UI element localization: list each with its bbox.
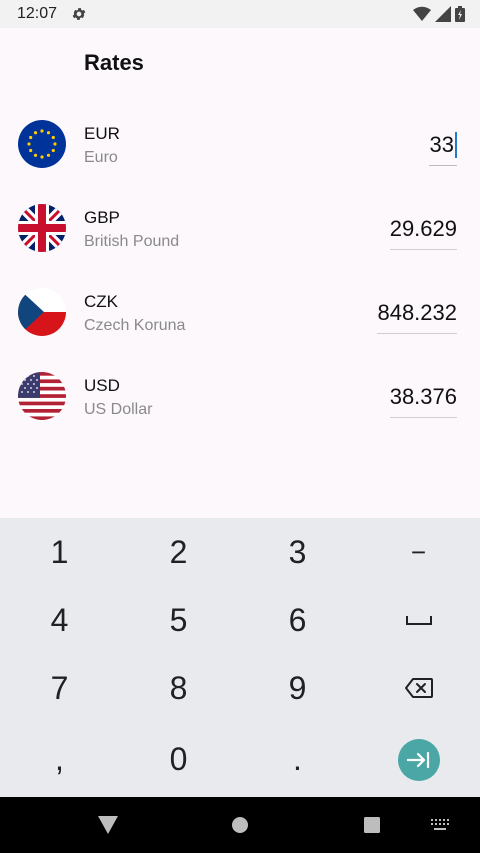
key-comma[interactable]: ,: [0, 722, 119, 797]
keyboard-switch-icon: [431, 819, 449, 830]
key-3[interactable]: 3: [238, 518, 357, 586]
amount-value: 38.376: [389, 384, 457, 409]
currency-row-usd[interactable]: USD US Dollar 38.376: [0, 354, 480, 438]
currency-row-czk[interactable]: CZK Czech Koruna 848.232: [0, 270, 480, 354]
numeric-keyboard: 1 2 3 − 4 5 6 7 8 9 , 0 .: [0, 518, 480, 797]
key-6[interactable]: 6: [238, 586, 357, 654]
currency-code: EUR: [84, 124, 120, 143]
page-title: Rates: [84, 50, 144, 75]
amount-input-usd[interactable]: 38.376: [389, 382, 457, 418]
amount-input-czk[interactable]: 848.232: [377, 298, 457, 334]
us-flag-icon: [18, 372, 66, 420]
currency-name: Euro: [84, 149, 118, 166]
currency-name: US Dollar: [84, 401, 153, 418]
currency-list: EUR Euro 33 GBP British Pound 29.629 CZK…: [0, 102, 480, 438]
amount-input-eur[interactable]: 33: [429, 130, 457, 166]
nav-keyboard-switch-button[interactable]: [420, 797, 460, 853]
backspace-icon: [404, 678, 433, 698]
recents-icon: [364, 817, 380, 833]
status-bar: 12:07: [0, 0, 480, 28]
amount-input-gbp[interactable]: 29.629: [389, 214, 457, 250]
amount-value: 33: [429, 132, 454, 157]
key-space[interactable]: [357, 586, 480, 654]
nav-home-button[interactable]: [220, 797, 260, 853]
status-time: 12:07: [17, 5, 58, 22]
key-5[interactable]: 5: [119, 586, 238, 654]
key-1[interactable]: 1: [0, 518, 119, 586]
wifi-icon: [413, 6, 431, 22]
key-9[interactable]: 9: [238, 654, 357, 722]
settings-gear-icon: [72, 8, 86, 20]
nav-recents-button[interactable]: [352, 797, 392, 853]
currency-name: British Pound: [84, 233, 180, 250]
czech-flag-icon: [18, 288, 66, 336]
system-nav-bar: [0, 797, 480, 853]
currency-code: GBP: [84, 208, 120, 227]
key-period[interactable]: .: [238, 722, 357, 797]
home-icon: [232, 817, 248, 833]
currency-code: CZK: [84, 292, 118, 311]
key-next[interactable]: [357, 722, 480, 797]
key-4[interactable]: 4: [0, 586, 119, 654]
space-icon: [405, 616, 432, 625]
currency-code: USD: [84, 376, 120, 395]
key-8[interactable]: 8: [119, 654, 238, 722]
key-7[interactable]: 7: [0, 654, 119, 722]
back-icon: [98, 816, 118, 834]
eu-flag-icon: [18, 120, 66, 168]
app-bar: Rates: [0, 28, 480, 98]
signal-icon: [435, 6, 451, 22]
key-minus[interactable]: −: [357, 518, 480, 586]
key-2[interactable]: 2: [119, 518, 238, 586]
amount-value: 848.232: [377, 300, 457, 325]
currency-row-eur[interactable]: EUR Euro 33: [0, 102, 480, 186]
tab-next-icon: [406, 751, 429, 768]
nav-back-button[interactable]: [88, 797, 128, 853]
status-icons: [413, 6, 465, 22]
currency-name: Czech Koruna: [84, 317, 186, 334]
amount-value: 29.629: [389, 216, 457, 241]
currency-row-gbp[interactable]: GBP British Pound 29.629: [0, 186, 480, 270]
uk-flag-icon: [18, 204, 66, 252]
key-backspace[interactable]: [357, 654, 480, 722]
key-0[interactable]: 0: [119, 722, 238, 797]
next-field-button[interactable]: [397, 738, 440, 781]
battery-icon: [455, 6, 465, 22]
